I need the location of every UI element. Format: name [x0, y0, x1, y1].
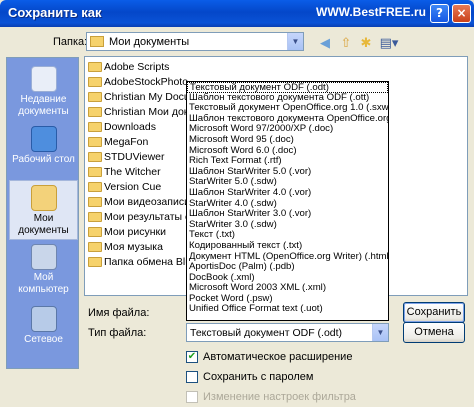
my-computer-icon	[30, 244, 57, 270]
auto-extension-checkbox[interactable]: ✔	[186, 351, 198, 363]
list-item[interactable]: Мои видеозаписи	[88, 195, 188, 209]
place-label: Сетевое	[24, 334, 63, 345]
recent-docs-icon	[30, 66, 57, 92]
place-label: Мой компьютер	[18, 272, 69, 295]
place-label: Недавние документы	[18, 94, 69, 117]
watermark: WWW.BestFREE.ru	[316, 5, 426, 19]
chevron-down-icon[interactable]: ▼	[372, 324, 388, 341]
file-type-option[interactable]: Текстовый документ OpenOffice.org 1.0 (.…	[187, 103, 388, 114]
password-label: Сохранить с паролем	[203, 371, 314, 383]
list-item[interactable]: Мои результаты ск	[88, 210, 188, 224]
desktop-icon	[30, 126, 57, 152]
place-my-computer[interactable]: Мой компьютер	[9, 240, 78, 300]
place-label: Рабочий стол	[12, 154, 75, 165]
folder-icon	[88, 197, 102, 207]
cancel-button[interactable]: Отмена	[403, 322, 465, 343]
list-item[interactable]: Christian My Docume	[88, 90, 188, 104]
save-button[interactable]: Сохранить	[403, 302, 465, 323]
file-type-option[interactable]: Шаблон текстового документа ODF (.ott)	[187, 93, 388, 104]
place-my-documents[interactable]: Мои документы	[9, 180, 78, 240]
file-type-dropdown-list[interactable]: Текстовый документ ODF (.odt) Шаблон тек…	[186, 81, 389, 321]
filetype-combo[interactable]: Текстовый документ ODF (.odt) ▼	[186, 323, 389, 342]
place-network[interactable]: Сетевое	[9, 302, 78, 362]
file-type-option[interactable]: AportisDoc (Palm) (.pdb)	[187, 262, 388, 273]
file-type-option[interactable]: Шаблон StarWriter 3.0 (.vor)	[187, 209, 388, 220]
folder-combo[interactable]: Мои документы ▼	[86, 32, 304, 51]
file-type-option[interactable]: StarWriter 3.0 (.sdw)	[187, 220, 388, 231]
folder-icon	[88, 212, 102, 222]
filename-label: Имя файла:	[88, 307, 150, 319]
folder-value: Мои документы	[109, 36, 190, 48]
file-type-option[interactable]: Текстовый документ ODF (.odt)	[187, 82, 388, 93]
folder-icon	[88, 122, 102, 132]
filetype-label: Тип файла:	[88, 327, 147, 339]
list-item[interactable]: The Witcher	[88, 165, 188, 179]
my-documents-icon	[30, 185, 57, 211]
list-item[interactable]: Christian Мои докум	[88, 105, 188, 119]
file-type-option[interactable]: Microsoft Word 6.0 (.doc)	[187, 146, 388, 157]
file-type-option[interactable]: Документ HTML (OpenOffice.org Writer) (.…	[187, 252, 388, 263]
list-item[interactable]: Моя музыка	[88, 240, 188, 254]
chevron-down-icon[interactable]: ▼	[287, 33, 303, 50]
folder-icon	[88, 242, 102, 252]
file-type-option[interactable]: Шаблон StarWriter 5.0 (.vor)	[187, 167, 388, 178]
file-type-option[interactable]: Rich Text Format (.rtf)	[187, 156, 388, 167]
filter-settings-checkbox	[186, 391, 198, 403]
file-type-option[interactable]: Шаблон StarWriter 4.0 (.vor)	[187, 188, 388, 199]
list-item[interactable]: Adobe Scripts	[88, 60, 188, 74]
place-label: Мои документы	[18, 213, 69, 236]
view-menu-icon[interactable]: ▤▾	[378, 35, 400, 51]
password-checkbox[interactable]	[186, 371, 198, 383]
new-folder-icon[interactable]: ✱	[357, 35, 375, 51]
file-type-option[interactable]: Pocket Word (.psw)	[187, 294, 388, 305]
folder-icon	[88, 137, 102, 147]
file-type-option[interactable]: Кодированный текст (.txt)	[187, 241, 388, 252]
help-button[interactable]: ?	[430, 4, 449, 23]
filter-settings-label: Изменение настроек фильтра	[203, 391, 356, 403]
folder-icon	[90, 36, 104, 47]
file-type-option[interactable]: Unified Office Format text (.uot)	[187, 304, 388, 315]
places-bar: Недавние документы Рабочий стол Мои доку…	[6, 57, 79, 369]
list-item[interactable]: MegaFon	[88, 135, 188, 149]
up-folder-icon[interactable]: ⇧	[337, 35, 355, 51]
list-item[interactable]: Version Cue	[88, 180, 188, 194]
list-item[interactable]: STDUViewer	[88, 150, 188, 164]
file-type-option[interactable]: Шаблон текстового документа OpenOffice.o…	[187, 114, 388, 125]
folder-icon	[88, 152, 102, 162]
title-bar[interactable]: Сохранить как WWW.BestFREE.ru ? ×	[0, 0, 474, 27]
window-title: Сохранить как	[8, 5, 102, 20]
file-type-option[interactable]: DocBook (.xml)	[187, 273, 388, 284]
folder-icon	[88, 92, 102, 102]
auto-extension-label: Автоматическое расширение	[203, 351, 353, 363]
network-icon	[30, 306, 57, 332]
file-type-option[interactable]: Microsoft Word 2003 XML (.xml)	[187, 283, 388, 294]
folder-icon	[88, 62, 102, 72]
list-item[interactable]: Downloads	[88, 120, 188, 134]
filetype-value: Текстовый документ ODF (.odt)	[190, 327, 343, 339]
folder-icon	[88, 182, 102, 192]
folder-icon	[88, 257, 102, 267]
file-type-option[interactable]: StarWriter 4.0 (.sdw)	[187, 199, 388, 210]
folder-label: Папка:	[53, 36, 88, 48]
file-type-option[interactable]: StarWriter 5.0 (.sdw)	[187, 177, 388, 188]
file-type-option[interactable]: Microsoft Word 97/2000/XP (.doc)	[187, 124, 388, 135]
place-desktop[interactable]: Рабочий стол	[9, 122, 78, 182]
list-item[interactable]: Папка обмена Blueto	[88, 255, 188, 269]
place-recent-documents[interactable]: Недавние документы	[9, 62, 78, 122]
folder-icon	[88, 227, 102, 237]
folder-icon	[88, 107, 102, 117]
list-item[interactable]: Мои рисунки	[88, 225, 188, 239]
folder-icon	[88, 77, 102, 87]
list-item[interactable]: AdobeStockPhotos	[88, 75, 188, 89]
close-button[interactable]: ×	[452, 4, 471, 23]
folder-icon	[88, 167, 102, 177]
back-icon[interactable]: ◀	[316, 35, 334, 51]
file-type-option[interactable]: Microsoft Word 95 (.doc)	[187, 135, 388, 146]
file-type-option[interactable]: Текст (.txt)	[187, 230, 388, 241]
